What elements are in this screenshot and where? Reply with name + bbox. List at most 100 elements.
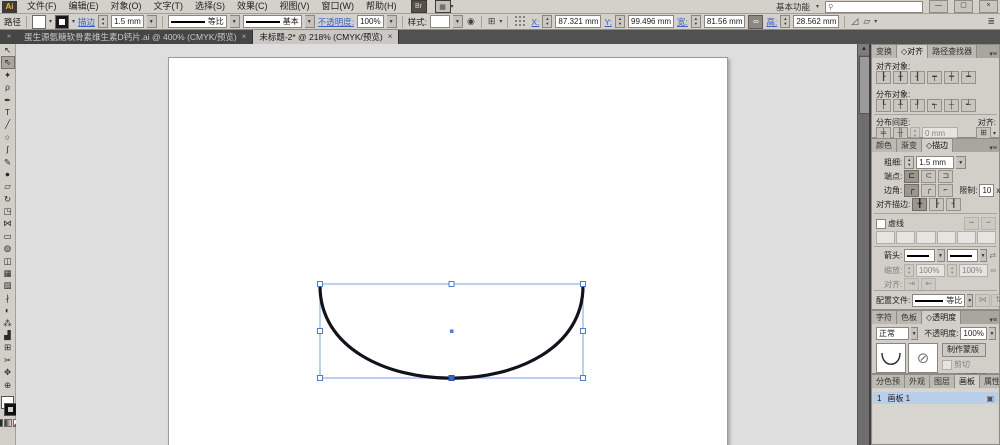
profile-select-caret-icon[interactable]: ▼	[967, 294, 973, 307]
tab-artboards[interactable]: 画板	[955, 375, 980, 388]
round-join-icon[interactable]: ╭	[921, 184, 936, 197]
tab-transform[interactable]: 变换	[872, 45, 897, 58]
y-label[interactable]: Y:	[604, 17, 612, 27]
lasso-tool[interactable]: ρ	[1, 81, 15, 93]
fill-stroke-indicator[interactable]	[0, 395, 16, 417]
menu-effect[interactable]: 效果(C)	[231, 1, 274, 11]
width-value[interactable]: 81.56 mm	[704, 15, 746, 28]
menu-edit[interactable]: 编辑(E)	[63, 1, 105, 11]
canvas-area[interactable]	[16, 44, 857, 445]
tab-swatches[interactable]: 色板	[897, 311, 922, 324]
stroke-weight-value[interactable]: 1.5 mm	[111, 15, 144, 28]
transform-more-caret-icon[interactable]: ▾	[874, 18, 877, 25]
selected-anchor-point[interactable]	[449, 376, 454, 381]
x-value[interactable]: 87.321 mm	[555, 15, 601, 28]
zoom-tool[interactable]: ⊕	[1, 379, 15, 391]
pen-tool[interactable]: ✒	[1, 94, 15, 106]
x-stepper[interactable]: ▲▼	[542, 15, 552, 28]
menu-window[interactable]: 窗口(W)	[316, 1, 361, 11]
arrowhead-end-caret-icon[interactable]: ▼	[980, 249, 988, 262]
type-tool[interactable]: T	[1, 106, 15, 118]
panel-menu-icon[interactable]: ▾≡	[989, 144, 999, 152]
rotate-tool[interactable]: ↻	[1, 193, 15, 205]
tab-attributes[interactable]: 属性	[980, 375, 999, 388]
tab-pathfinder[interactable]: 路径查找器	[928, 45, 977, 58]
pencil-tool[interactable]: ✎	[1, 156, 15, 168]
brush-definition-select[interactable]: 基本	[243, 15, 302, 28]
shape-builder-tool[interactable]: ◍	[1, 242, 15, 254]
stroke-weight-stepper[interactable]: ▲▼	[98, 15, 108, 28]
tab-stroke[interactable]: ◇描边	[922, 139, 953, 152]
artboard-icon[interactable]: ▣	[986, 394, 994, 403]
constrain-proportions-icon[interactable]: ∞	[748, 15, 763, 29]
weight-value[interactable]: 1.5 mm	[916, 156, 954, 169]
column-graph-tool[interactable]: ▟	[1, 329, 15, 341]
gradient-button[interactable]	[4, 419, 12, 427]
width-tool[interactable]: ⋈	[1, 217, 15, 229]
arrange-documents-caret-icon[interactable]: ▾	[451, 3, 454, 10]
make-mask-button[interactable]: 制作蒙版	[942, 343, 986, 357]
tab-appearance[interactable]: 外观	[905, 375, 930, 388]
isolate-selection-icon[interactable]: ▱	[862, 16, 871, 27]
artboard-row[interactable]: 1 画板 1 ▣	[873, 392, 998, 404]
scale-tool[interactable]: ◳	[1, 205, 15, 217]
tab-transparency[interactable]: ◇透明度	[922, 311, 961, 324]
minimize-button[interactable]: —	[929, 0, 948, 13]
opacity-caret-icon[interactable]: ▼	[387, 15, 397, 28]
blend-tool[interactable]: ◐	[1, 304, 15, 316]
eraser-tool[interactable]: ▱	[1, 180, 15, 192]
fill-caret-icon[interactable]: ▾	[49, 18, 52, 25]
workspace-caret-icon[interactable]: ▾	[816, 3, 819, 10]
search-input[interactable]: ⚲	[825, 1, 923, 13]
align-left-icon[interactable]: ┠	[876, 71, 891, 84]
align-v-center-icon[interactable]: ┿	[944, 71, 959, 84]
stroke-inside-icon[interactable]: ┠	[929, 198, 944, 211]
close-tab-icon[interactable]: ×	[388, 30, 393, 44]
align-top-icon[interactable]: ┯	[927, 71, 942, 84]
color-button[interactable]	[0, 419, 3, 427]
flip-along-icon[interactable]: ⋈	[975, 294, 990, 307]
butt-cap-icon[interactable]: ⊏	[904, 170, 919, 183]
profile-caret-icon[interactable]: ▼	[230, 15, 240, 28]
miter-join-icon[interactable]: ┌	[904, 184, 919, 197]
paintbrush-tool[interactable]: ʃ	[1, 143, 15, 155]
brush-caret-icon[interactable]: ▼	[305, 15, 315, 28]
toolbar-collapse-icon[interactable]: »	[0, 30, 18, 44]
line-segment-tool[interactable]: ╱	[1, 118, 15, 130]
panel-menu-icon[interactable]: ▾≡	[989, 50, 999, 58]
menu-type[interactable]: 文字(T)	[148, 1, 190, 11]
bevel-join-icon[interactable]: ⌐	[938, 184, 953, 197]
distribute-left-icon[interactable]: ┭	[927, 99, 942, 112]
flip-across-icon[interactable]: ⇅	[991, 294, 1000, 307]
restore-button[interactable]: ▢	[954, 0, 973, 13]
recolor-artwork-icon[interactable]: ◉	[466, 16, 476, 27]
align-to-caret-icon[interactable]: ▾	[993, 130, 996, 137]
arrowhead-end-select[interactable]	[947, 249, 978, 262]
hand-tool[interactable]: ✥	[1, 366, 15, 378]
stroke-swatch[interactable]	[55, 15, 69, 29]
gradient-tool[interactable]: ▨	[1, 279, 15, 291]
blend-mode-select[interactable]: 正常	[876, 327, 909, 340]
stroke-link[interactable]: 描边	[78, 16, 95, 28]
symbol-sprayer-tool[interactable]: ⁂	[1, 317, 15, 329]
arrowhead-start-caret-icon[interactable]: ▼	[937, 249, 945, 262]
close-button[interactable]: ×	[979, 0, 998, 13]
menu-object[interactable]: 对象(O)	[105, 1, 148, 11]
opacity-value[interactable]: 100%	[357, 15, 383, 28]
collapse-control-panel-icon[interactable]: ≣	[986, 16, 996, 27]
tab-character[interactable]: 字符	[872, 311, 897, 324]
align-dropdown-caret-icon[interactable]: ▾	[499, 18, 502, 25]
shear-icon[interactable]: ◿	[850, 16, 859, 27]
menu-file[interactable]: 文件(F)	[21, 1, 63, 11]
stroke-caret-icon[interactable]: ▾	[72, 18, 75, 25]
blob-brush-tool[interactable]: ●	[1, 168, 15, 180]
arrowhead-start-select[interactable]	[904, 249, 935, 262]
arrange-documents-icon[interactable]: ▦	[435, 0, 451, 13]
tab-color[interactable]: 颜色	[872, 139, 897, 152]
distribute-top-icon[interactable]: ┞	[876, 99, 891, 112]
object-thumbnail[interactable]	[876, 343, 906, 373]
close-tab-icon[interactable]: ×	[242, 30, 247, 44]
width-label[interactable]: 宽:	[677, 16, 688, 28]
menu-view[interactable]: 视图(V)	[274, 1, 316, 11]
magic-wand-tool[interactable]: ✦	[1, 69, 15, 81]
